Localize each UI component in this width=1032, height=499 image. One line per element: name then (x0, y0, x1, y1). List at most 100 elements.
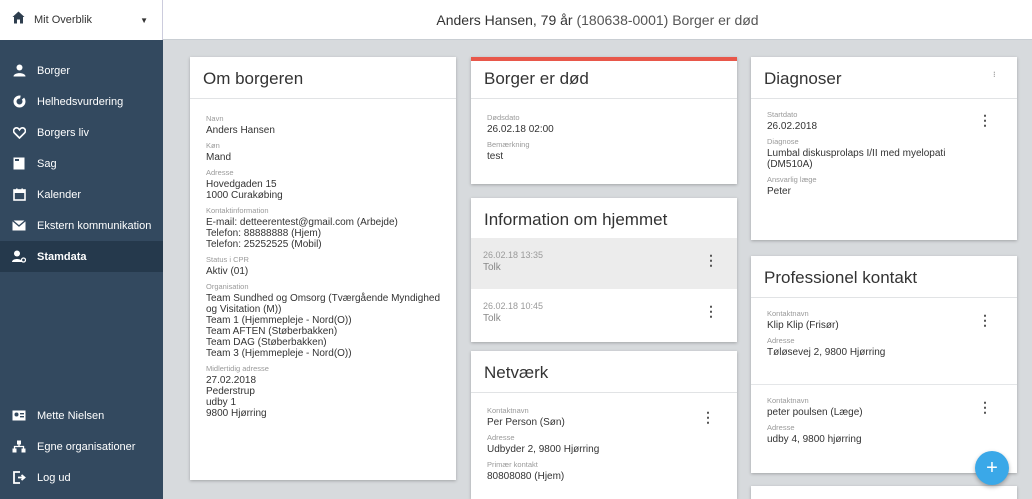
field-value: Aktiv (01) (206, 266, 249, 277)
field-value: Tøløsevej 2, 9800 Hjørring (767, 347, 886, 358)
folder-icon (12, 157, 26, 171)
card-title: Information om hjemmet (484, 210, 668, 229)
field-value: Team 3 (Hjemmepleje - Nord(O)) (206, 348, 352, 359)
field-label: Navn (206, 114, 224, 123)
sidebar-item-label: Sag (37, 157, 57, 170)
field-value: 9800 Hjørring (206, 408, 267, 419)
card-title: Professionel kontakt (751, 256, 1017, 298)
field-value: udby 1 (206, 397, 237, 408)
field-value: 80808080 (Hjem) (487, 471, 565, 482)
field-value: Udbyder 2, 9800 Hjørring (487, 444, 600, 455)
card-title: Borger er død (471, 61, 737, 99)
add-button[interactable]: + (975, 451, 1009, 485)
sidebar-item-kalender[interactable]: Kalender (0, 179, 163, 210)
more-options-icon[interactable]: ⋮ (978, 313, 992, 327)
citizen-details: Navn Anders Hansen Køn Mand Adresse Hove… (206, 114, 454, 419)
sidebar-item-ekstern-kommunikation[interactable]: Ekstern kommunikation (0, 210, 163, 241)
sidebar-item-label: Mette Nielsen (37, 409, 105, 422)
card-partial (751, 486, 1017, 499)
field-label: Startdato (767, 110, 798, 119)
field-label: Kontaktnavn (487, 406, 529, 415)
field-value: og Visitation (M)) (206, 304, 282, 315)
sidebar-item-borger[interactable]: Borger (0, 55, 163, 86)
card-title: Netværk (471, 351, 737, 393)
item-text: Tolk (483, 313, 501, 324)
field-value: Team AFTEN (Støberbakken) (206, 326, 338, 337)
field-value: 26.02.18 02:00 (487, 124, 554, 135)
field-value: (DM510A) (767, 159, 813, 170)
mail-icon (12, 219, 26, 233)
sidebar-item-label: Ekstern kommunikation (37, 219, 152, 232)
field-value: Telefon: 88888888 (Hjem) (206, 228, 322, 239)
sidebar-item-label: Borger (37, 64, 71, 77)
page-title: Anders Hansen, 79 år (436, 11, 573, 28)
overview-dropdown[interactable]: Mit Overblik ▼ (0, 0, 163, 40)
field-value: 26.02.2018 (767, 121, 818, 132)
field-value: peter poulsen (Læge) (767, 407, 863, 418)
field-value: udby 4, 9800 hjørring (767, 434, 862, 445)
field-value: Lumbal diskusprolaps I/II med myelopati (767, 148, 946, 159)
network-contact: Kontaktnavn Per Person (Søn) Adresse Udb… (487, 406, 599, 482)
list-item[interactable]: 26.02.18 13:35 Tolk ⋮ (471, 238, 737, 289)
field-value: Team Sundhed og Omsorg (Tværgående Myndi… (206, 293, 441, 304)
field-value: Per Person (Søn) (487, 417, 565, 428)
more-options-icon[interactable]: ⋮ (701, 410, 715, 424)
sidebar-item-label: Egne organisationer (37, 440, 136, 453)
card-title: Diagnoser (751, 57, 1017, 99)
card-information-om-hjemmet: Information om hjemmet 26.02.18 13:35 To… (471, 198, 737, 342)
field-label: Kontaktnavn (767, 396, 809, 405)
field-label: Adresse (206, 168, 234, 177)
sidebar-item-egne-organisationer[interactable]: Egne organisationer (0, 431, 163, 462)
field-value: Pederstrup (206, 386, 255, 397)
sidebar-item-log-ud[interactable]: Log ud (0, 462, 163, 493)
list-item[interactable]: 26.02.18 10:45 Tolk ⋮ (471, 289, 737, 341)
sidebar: Mit Overblik ▼ Borger Helhedsvurdering B… (0, 0, 163, 499)
logout-icon (12, 471, 26, 485)
card-borger-er-doed: Borger er død Dødsdato 26.02.18 02:00 Be… (471, 57, 737, 184)
field-label: Primær kontakt (487, 460, 538, 469)
sidebar-item-label: Borgers liv (37, 126, 89, 139)
field-value: 27.02.2018 (206, 375, 257, 386)
professional-contact: Kontaktnavn Klip Klip (Frisør) Adresse T… (767, 309, 885, 358)
sidebar-item-helhedsvurdering[interactable]: Helhedsvurdering (0, 86, 163, 117)
field-value: 1000 Curakøbing (206, 190, 283, 201)
more-options-icon[interactable]: ⋮ (704, 304, 718, 318)
more-options-icon[interactable]: ⁝ (993, 70, 996, 79)
person-icon (12, 64, 26, 78)
field-value: Team DAG (Støberbakken) (206, 337, 327, 348)
sidebar-item-stamdata[interactable]: Stamdata (0, 241, 163, 272)
item-text: Tolk (483, 262, 501, 273)
field-label: Dødsdato (487, 113, 520, 122)
sidebar-item-borgers-liv[interactable]: Borgers liv (0, 117, 163, 148)
page-subtitle: (180638-0001) Borger er død (576, 11, 759, 28)
field-label: Adresse (487, 433, 515, 442)
card-title: Om borgeren (190, 57, 456, 99)
sidebar-item-mette-nielsen[interactable]: Mette Nielsen (0, 400, 163, 431)
field-value: Telefon: 25252525 (Mobil) (206, 239, 322, 250)
overview-dropdown-label: Mit Overblik (34, 14, 93, 26)
more-options-icon[interactable]: ⋮ (978, 400, 992, 414)
sidebar-item-label: Stamdata (37, 250, 87, 263)
field-label: Adresse (767, 423, 795, 432)
more-options-icon[interactable]: ⋮ (978, 113, 992, 127)
item-date: 26.02.18 10:45 (483, 301, 544, 311)
heart-icon (12, 126, 26, 140)
diagnosis-details: Startdato 26.02.2018 Diagnose Lumbal dis… (767, 110, 997, 197)
page-header: Anders Hansen, 79 år (180638-0001) Borge… (163, 0, 1032, 40)
field-value: Klip Klip (Frisør) (767, 320, 839, 331)
chevron-down-icon: ▼ (140, 15, 148, 25)
id-card-icon (12, 409, 26, 423)
field-value: Hovedgaden 15 (206, 179, 277, 190)
field-value: Peter (767, 186, 791, 197)
sidebar-item-sag[interactable]: Sag (0, 148, 163, 179)
person-settings-icon (12, 250, 26, 264)
donut-icon (12, 95, 26, 109)
field-value: Mand (206, 152, 232, 163)
more-options-icon[interactable]: ⋮ (704, 253, 718, 267)
card-diagnoser: Diagnoser ⁝ Startdato 26.02.2018 Diagnos… (751, 57, 1017, 240)
field-value: Team 1 (Hjemmepleje - Nord(O)) (206, 315, 352, 326)
field-value: test (487, 151, 504, 162)
org-chart-icon (12, 440, 26, 454)
card-professionel-kontakt: Professionel kontakt Kontaktnavn Klip Kl… (751, 256, 1017, 473)
field-label: Adresse (767, 336, 795, 345)
